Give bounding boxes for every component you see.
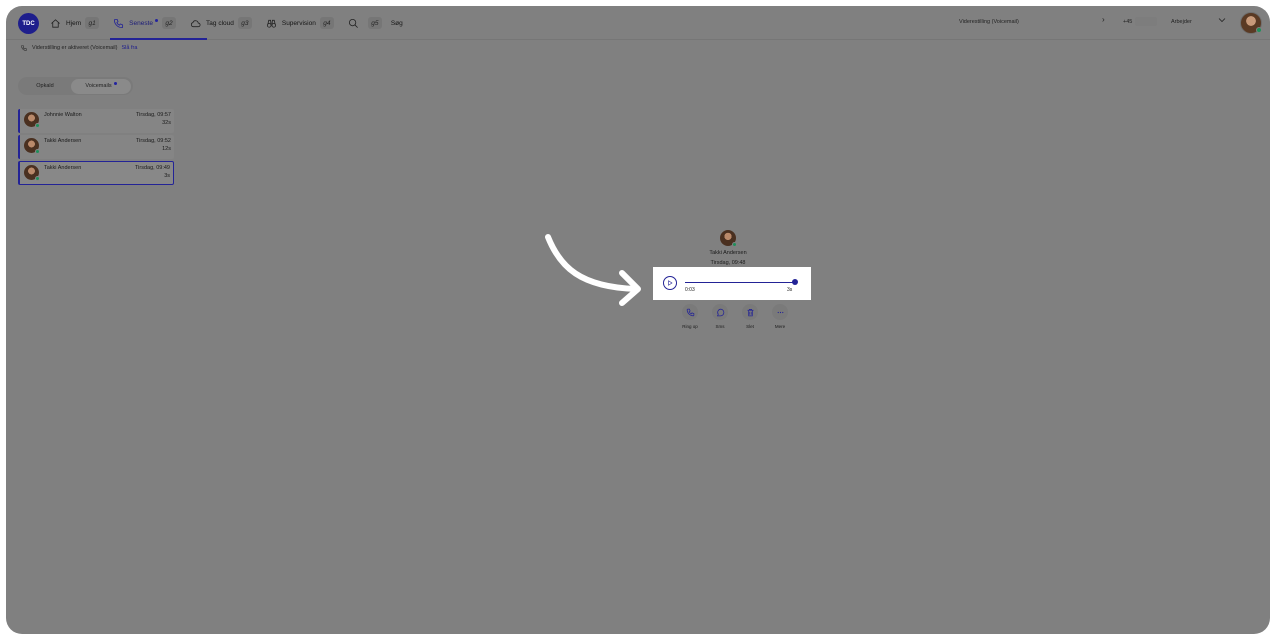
action-label: Sms: [715, 324, 725, 329]
voicemail-actions: Ring op Sms Slet Mere: [679, 304, 791, 329]
delete-button[interactable]: Slet: [739, 304, 761, 329]
phone-icon: [686, 308, 694, 316]
nav-label: Supervision: [281, 19, 316, 27]
more-button[interactable]: Mere: [769, 304, 791, 329]
presence-indicator: [35, 149, 40, 154]
action-circle: [742, 304, 758, 320]
tab-calls[interactable]: Opkald: [19, 79, 71, 94]
nav-label: Søg: [390, 19, 403, 27]
action-circle: [712, 304, 728, 320]
nav-item-seneste[interactable]: Seneste g2: [110, 6, 207, 40]
phone-number: +45: [1123, 19, 1133, 25]
disable-forwarding-link[interactable]: Slå fra: [122, 45, 138, 51]
action-label: Slet: [746, 324, 754, 329]
progress-track[interactable]: [685, 282, 793, 283]
avatar: [24, 138, 40, 154]
nav-label: Seneste: [129, 19, 154, 27]
main-nav: Hjem g1 Seneste g2 Tag cloud g3 Supervis…: [50, 6, 408, 40]
voicemail-timestamp: Tirsdag, 09:48: [710, 260, 746, 266]
unread-dot: [155, 19, 159, 22]
tab-label: Opkald: [36, 83, 54, 89]
timestamp: Tirsdag, 09:57: [136, 112, 171, 118]
sms-button[interactable]: Sms: [709, 304, 731, 329]
search-icon: [348, 18, 358, 28]
contact-name: Takki Andersen: [44, 138, 82, 144]
presence-indicator: [732, 242, 737, 247]
action-circle: [682, 304, 698, 320]
binoculars-icon: [266, 19, 276, 28]
contact-name: Johnnie Walton: [44, 112, 82, 118]
nav-label: Tag cloud: [206, 19, 234, 27]
play-icon: [668, 280, 673, 286]
timestamp: Tirsdag, 09:52: [136, 138, 171, 144]
duration: 12s: [162, 146, 171, 152]
duration: 32s: [162, 120, 171, 126]
tab-label: Voicemails: [85, 83, 112, 89]
contact-name: Takki Andersen: [44, 165, 82, 171]
forwarding-notice: Viderstilling er aktiveret (Voicemail) S…: [20, 44, 137, 52]
shortcut-key: g1: [85, 17, 100, 29]
duration: 3s: [164, 173, 170, 179]
action-label: Mere: [774, 324, 786, 329]
chevron-down-icon[interactable]: [1218, 16, 1226, 24]
nav-label: Hjem: [66, 19, 82, 27]
chat-icon: [716, 308, 724, 316]
logo-text: TDC: [22, 20, 35, 27]
shortcut-key: g3: [237, 17, 252, 29]
chevron-right-icon[interactable]: ›: [1102, 15, 1105, 24]
nav-item-supervision[interactable]: Supervision g4: [266, 6, 343, 40]
forwarding-select[interactable]: Viderestilling (Voicemail): [959, 19, 1019, 25]
more-icon: [777, 311, 783, 313]
voicemail-player: 0:03 3s: [653, 267, 811, 300]
shortcut-key: g4: [319, 17, 334, 29]
tab-voicemails[interactable]: Voicemails: [71, 78, 131, 94]
play-button[interactable]: [663, 276, 677, 290]
top-navigation: TDC Hjem g1 Seneste g2 Tag cloud g3 Supe…: [6, 6, 1270, 40]
avatar: [24, 165, 40, 181]
voicemail-list: Johnnie Walton Tirsdag, 09:57 32s Takki …: [18, 109, 174, 187]
phone-icon: [114, 18, 124, 28]
avatar: [24, 112, 40, 128]
presence-indicator: [35, 123, 40, 128]
home-icon: [51, 18, 60, 28]
forward-icon: [21, 45, 27, 51]
presence-indicator: [35, 176, 40, 181]
history-tabs: Opkald Voicemails: [18, 77, 133, 95]
progress-handle[interactable]: [792, 279, 798, 285]
shortcut-key: g5: [367, 17, 382, 29]
list-item[interactable]: Johnnie Walton Tirsdag, 09:57 32s: [18, 109, 174, 133]
contact-avatar: [720, 230, 737, 247]
unread-dot: [113, 82, 117, 85]
total-duration: 3s: [787, 287, 793, 293]
cloud-icon: [191, 19, 201, 27]
timestamp: Tirsdag, 09:49: [135, 165, 170, 171]
list-item-selected[interactable]: Takki Andersen Tirsdag, 09:49 3s: [18, 161, 174, 185]
presence-indicator: [1256, 27, 1262, 33]
tutorial-arrow-icon: [545, 234, 641, 306]
action-label: Ring op: [682, 324, 698, 329]
user-avatar[interactable]: [1240, 12, 1262, 34]
status-select[interactable]: Arbejder: [1171, 19, 1192, 25]
app-window: TDC Hjem g1 Seneste g2 Tag cloud g3 Supe…: [6, 6, 1270, 634]
action-circle: [772, 304, 788, 320]
list-item[interactable]: Takki Andersen Tirsdag, 09:52 12s: [18, 135, 174, 159]
nav-item-tag-cloud[interactable]: Tag cloud g3: [190, 6, 261, 40]
current-time: 0:03: [685, 287, 695, 293]
shortcut-key: g2: [162, 17, 177, 29]
nav-item-sog[interactable]: g5 Søg: [348, 6, 403, 40]
call-back-button[interactable]: Ring op: [679, 304, 701, 329]
trash-icon: [747, 308, 753, 316]
tdc-logo[interactable]: TDC: [18, 13, 39, 34]
nav-item-hjem[interactable]: Hjem g1: [50, 6, 108, 40]
phone-number-mask: [1135, 17, 1157, 26]
notice-text: Viderstilling er aktiveret (Voicemail): [32, 45, 118, 51]
contact-name: Takki Andersen: [709, 250, 747, 256]
